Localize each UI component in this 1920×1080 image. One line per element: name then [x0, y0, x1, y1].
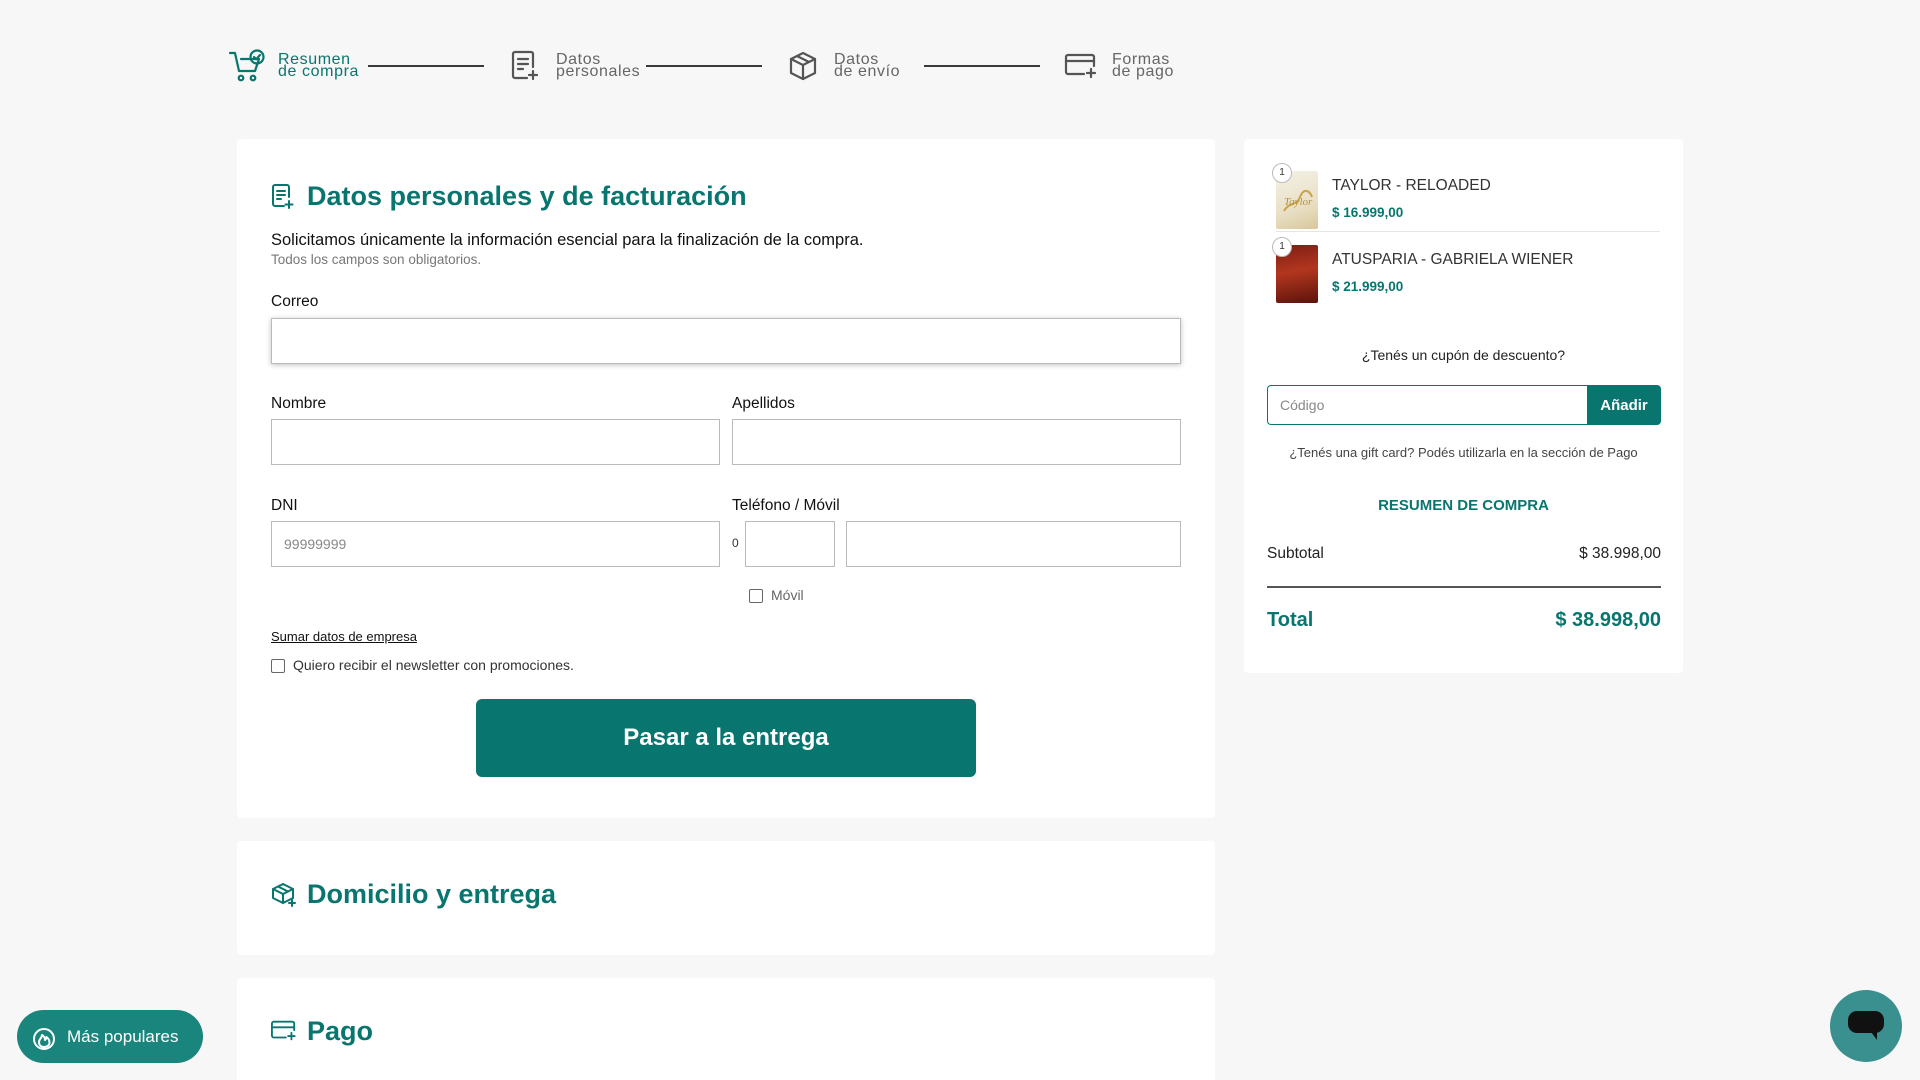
order-summary-card: Taylor 1 TAYLOR - RELOADED $ 16.999,00 1…: [1244, 139, 1683, 673]
card-add-icon: [1062, 48, 1100, 84]
cart-check-icon: [228, 48, 266, 84]
chat-launcher-button[interactable]: [1830, 990, 1902, 1062]
cart-item-title: ATUSPARIA - GABRIELA WIENER: [1332, 251, 1574, 268]
delivery-section-title: Domicilio y entrega: [307, 879, 557, 909]
cart-item: 1 ATUSPARIA - GABRIELA WIENER $ 21.999,0…: [1272, 235, 1660, 309]
step-connector: [924, 65, 1040, 67]
mobile-checkbox[interactable]: [749, 589, 763, 603]
cart-item: Taylor 1 TAYLOR - RELOADED $ 16.999,00: [1272, 161, 1660, 235]
total-row: Total $ 38.998,00: [1267, 609, 1661, 632]
step-datos-personales[interactable]: Datos personales: [506, 48, 646, 84]
phone-prefix-separator: 0: [732, 536, 739, 550]
checkout-stepper: Resumen de compra Datos personales Datos de…: [228, 48, 1202, 84]
phone-label: Teléfono / Móvil: [732, 497, 840, 514]
svg-text:Taylor: Taylor: [1284, 196, 1313, 208]
item-divider: [1276, 231, 1660, 232]
personal-data-card: Datos personales y de facturación Solici…: [237, 139, 1215, 818]
step-connector: [368, 65, 484, 67]
cart-item-qty-badge: 1: [1272, 237, 1292, 257]
email-label: Correo: [271, 293, 319, 310]
mobile-checkbox-label: Móvil: [771, 587, 804, 603]
fire-icon: [31, 1023, 59, 1051]
delivery-section-header: Domicilio y entrega: [271, 879, 556, 910]
step-connector: [646, 65, 762, 67]
payment-card[interactable]: Pago: [237, 978, 1215, 1080]
box-icon: [271, 882, 297, 908]
total-label: Total: [1267, 609, 1314, 631]
newsletter-label: Quiero recibir el newsletter con promoci…: [293, 657, 574, 673]
dni-field[interactable]: [271, 521, 720, 567]
cart-item-price: $ 16.999,00: [1332, 205, 1404, 220]
name-field[interactable]: [271, 419, 720, 465]
intro-text: Solicitamos únicamente la información es…: [271, 231, 864, 249]
continue-to-delivery-button[interactable]: Pasar a la entrega: [476, 699, 976, 777]
apply-coupon-button[interactable]: Añadir: [1587, 385, 1661, 425]
personal-section-title: Datos personales y de facturación: [307, 181, 747, 211]
dni-label: DNI: [271, 497, 298, 514]
popular-products-button[interactable]: Más populares: [17, 1010, 203, 1063]
add-company-data-link[interactable]: Sumar datos de empresa: [271, 629, 417, 644]
total-divider: [1267, 586, 1661, 588]
step-envio-line2: de envío: [834, 63, 901, 80]
lastname-label: Apellidos: [732, 395, 795, 412]
phone-number-field[interactable]: [846, 521, 1181, 567]
name-label: Nombre: [271, 395, 327, 412]
coupon-code-input[interactable]: [1267, 385, 1587, 425]
card-add-icon: [271, 1019, 297, 1045]
total-value: $ 38.998,00: [1555, 609, 1661, 631]
phone-area-code-field[interactable]: [745, 521, 835, 567]
summary-title: RESUMEN DE COMPRA: [1378, 497, 1549, 514]
cart-item-title: TAYLOR - RELOADED: [1332, 177, 1491, 194]
subtotal-label: Subtotal: [1267, 545, 1324, 562]
delivery-card[interactable]: Domicilio y entrega: [237, 841, 1215, 955]
box-icon: [784, 48, 822, 84]
email-field[interactable]: [271, 318, 1181, 364]
step-resumen-line2: de compra: [278, 63, 359, 80]
cart-item-price: $ 21.999,00: [1332, 279, 1404, 294]
personal-section-header: Datos personales y de facturación: [271, 181, 747, 212]
step-resumen[interactable]: Resumen de compra: [228, 48, 368, 84]
payment-section-title: Pago: [307, 1016, 374, 1046]
step-personales-line2: personales: [556, 63, 641, 80]
document-add-icon: [271, 183, 297, 210]
popular-products-label: Más populares: [67, 1026, 179, 1046]
chat-icon: [1847, 1008, 1885, 1045]
step-formas-pago[interactable]: Formas de pago: [1062, 48, 1202, 84]
document-add-icon: [506, 48, 544, 84]
coupon-question: ¿Tenés un cupón de descuento?: [1361, 347, 1566, 363]
cart-item-qty-badge: 1: [1272, 163, 1292, 183]
intro-subtext: Todos los campos son obligatorios.: [271, 252, 482, 267]
step-pago-line2: de pago: [1112, 63, 1175, 80]
subtotal-row: Subtotal $ 38.998,00: [1267, 545, 1661, 563]
newsletter-checkbox[interactable]: [271, 659, 285, 673]
lastname-field[interactable]: [732, 419, 1181, 465]
subtotal-value: $ 38.998,00: [1579, 545, 1661, 562]
step-datos-envio[interactable]: Datos de envío: [784, 48, 924, 84]
payment-section-header: Pago: [271, 1016, 373, 1047]
gift-card-note: ¿Tenés una gift card? Podés utilizarla e…: [1289, 445, 1638, 460]
